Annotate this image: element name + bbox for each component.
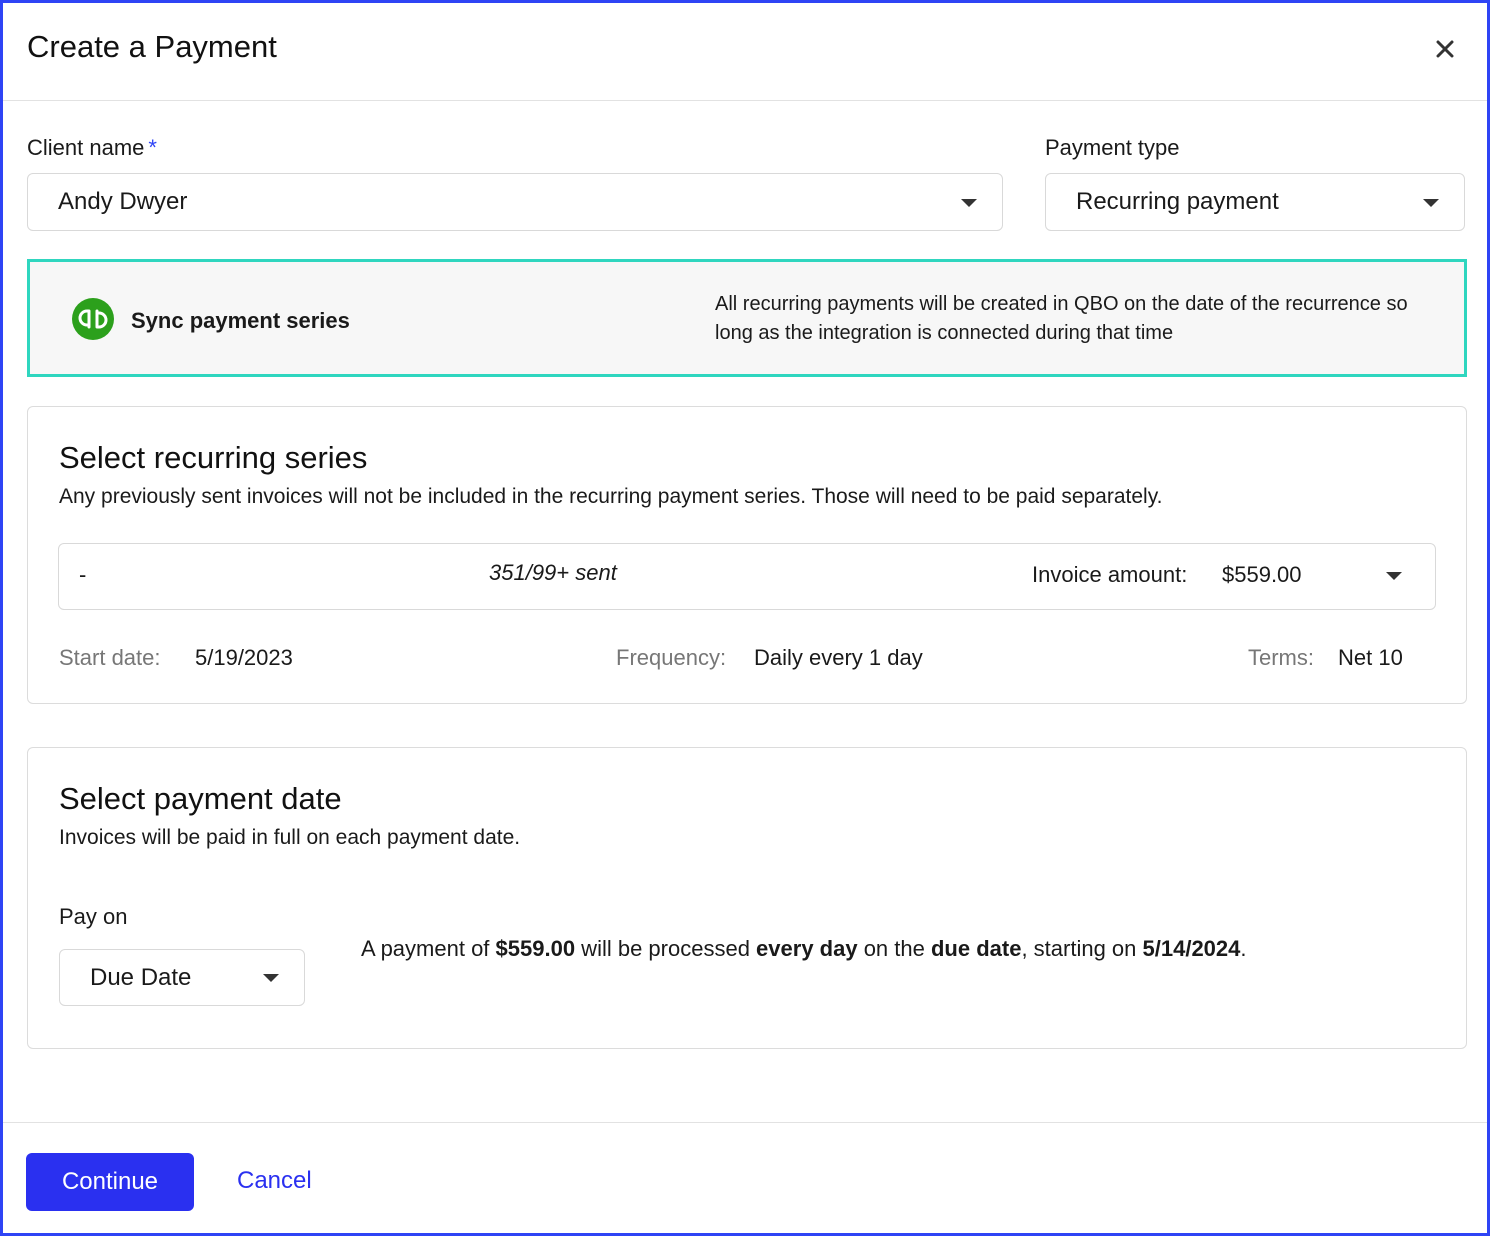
chevron-down-icon xyxy=(1386,572,1402,580)
pay-on-label: Pay on xyxy=(59,904,128,929)
chevron-down-icon xyxy=(961,199,977,207)
payment-type-select[interactable]: Recurring payment xyxy=(1045,173,1465,231)
invoice-amount-label: Invoice amount: xyxy=(1032,562,1188,587)
series-sent-count: 351/99+ sent xyxy=(489,560,617,585)
summary-date-ref: due date xyxy=(930,936,1022,961)
payment-date-title: Select payment date xyxy=(59,781,342,816)
pay-on-select[interactable]: Due Date xyxy=(59,949,305,1006)
pay-on-value: Due Date xyxy=(90,963,192,991)
dialog-header: Create a Payment xyxy=(3,3,1487,101)
summary-start-date: 5/14/2024 xyxy=(1142,936,1241,961)
quickbooks-logo-icon xyxy=(72,298,114,340)
payment-summary: A payment of $559.00 will be processed e… xyxy=(361,936,1247,961)
close-icon[interactable] xyxy=(1431,35,1459,63)
client-name-select[interactable]: Andy Dwyer xyxy=(27,173,1003,231)
recurring-series-card: Select recurring series Any previously s… xyxy=(27,406,1467,704)
chevron-down-icon xyxy=(1423,199,1439,207)
terms-label: Terms: xyxy=(1248,645,1314,670)
sync-title: Sync payment series xyxy=(131,308,350,333)
payment-type-value: Recurring payment xyxy=(1076,188,1279,215)
client-name-label: Client name * xyxy=(27,135,157,160)
required-mark: * xyxy=(148,135,157,160)
chevron-down-icon xyxy=(263,974,279,982)
sync-description: All recurring payments will be created i… xyxy=(715,293,1408,344)
continue-button[interactable]: Continue xyxy=(26,1153,194,1211)
dialog-footer: Continue Cancel xyxy=(3,1122,1487,1236)
sync-payment-series-banner: Sync payment series All recurring paymen… xyxy=(27,259,1467,377)
recurring-series-title: Select recurring series xyxy=(59,440,368,475)
frequency-label: Frequency: xyxy=(616,645,727,670)
start-date-label: Start date: xyxy=(59,645,161,670)
dialog-title: Create a Payment xyxy=(27,29,277,64)
recurring-series-description: Any previously sent invoices will not be… xyxy=(59,485,1163,508)
cancel-button[interactable]: Cancel xyxy=(237,1167,312,1195)
start-date-value: 5/19/2023 xyxy=(195,645,293,670)
summary-frequency: every day xyxy=(756,936,858,961)
terms-value: Net 10 xyxy=(1338,645,1403,670)
create-payment-dialog: Create a Payment Client name * Andy Dwyer… xyxy=(0,0,1490,1236)
payment-type-label: Payment type xyxy=(1045,135,1180,160)
summary-amount: $559.00 xyxy=(495,936,576,961)
frequency-value: Daily every 1 day xyxy=(754,645,923,670)
invoice-amount-value: $559.00 xyxy=(1222,562,1302,587)
client-name-value: Andy Dwyer xyxy=(58,188,188,215)
payment-date-card: Select payment date Invoices will be pai… xyxy=(27,747,1467,1049)
payment-date-description: Invoices will be paid in full on each pa… xyxy=(59,826,521,849)
recurring-series-select[interactable]: - 351/99+ sent Invoice amount: $559.00 xyxy=(58,543,1436,610)
series-name: - xyxy=(79,562,87,587)
